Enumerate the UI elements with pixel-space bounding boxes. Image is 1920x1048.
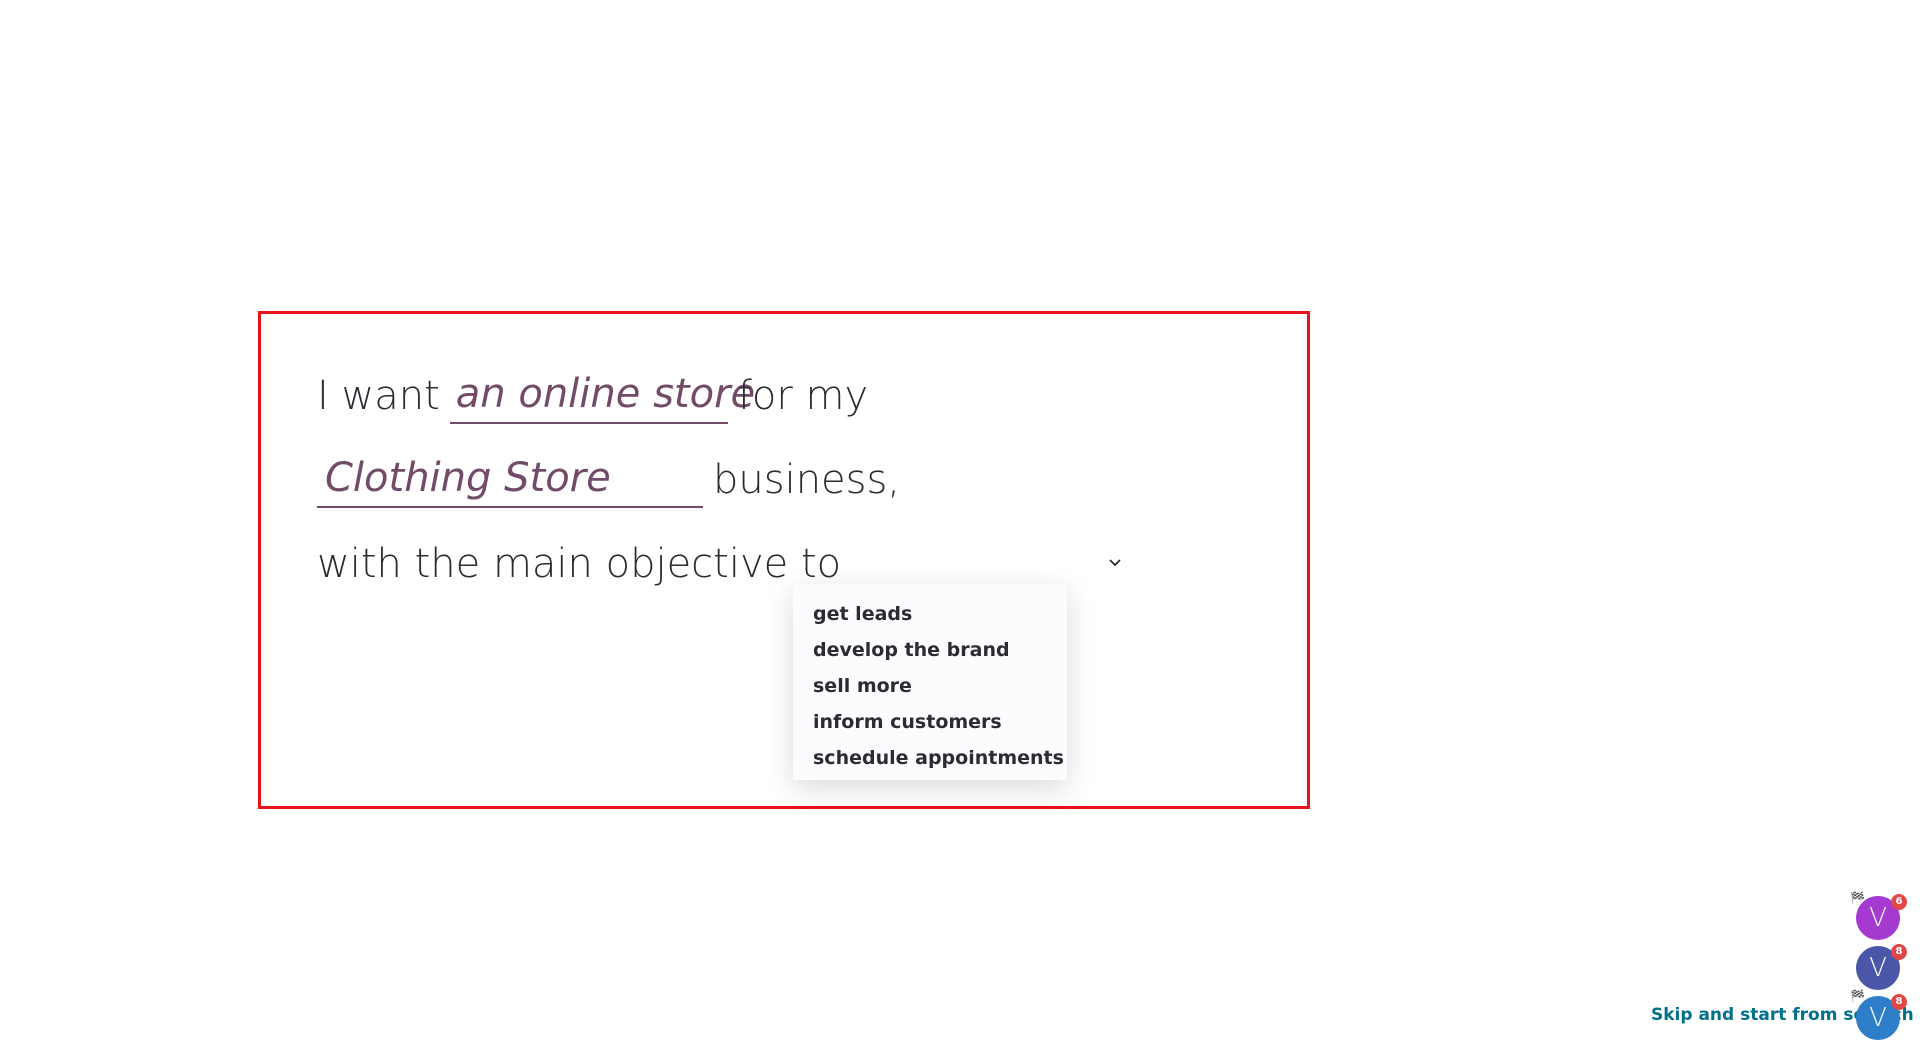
option-develop-brand[interactable]: develop the brand	[793, 632, 1067, 668]
industry-input[interactable]: Clothing Store	[317, 452, 703, 508]
website-type-input[interactable]: an online store	[449, 368, 755, 424]
configurator-page: I want an online store for my Clothing S…	[0, 0, 1920, 1048]
text-i-want: I want	[317, 373, 440, 419]
objective-dropdown-menu: get leads develop the brand sell more in…	[793, 584, 1067, 780]
sentence-line-2: Clothing Store business,	[317, 452, 900, 508]
text-objective: with the main objective to	[317, 541, 842, 587]
option-sell-more[interactable]: sell more	[793, 668, 1067, 704]
flag-icon: 🏁	[1850, 989, 1865, 1003]
text-for-my: for my	[737, 373, 869, 419]
option-inform-customers[interactable]: inform customers	[793, 704, 1067, 740]
notification-badge: 8	[1891, 994, 1907, 1010]
option-schedule-appointments[interactable]: schedule appointments	[793, 740, 1067, 776]
notification-badge: 6	[1891, 894, 1907, 910]
sentence-line-1: I want an online store for my	[317, 368, 868, 424]
chevron-down-icon	[1109, 559, 1121, 567]
text-business: business,	[713, 457, 901, 503]
option-get-leads[interactable]: get leads	[793, 596, 1067, 632]
notification-badge: 8	[1891, 944, 1907, 960]
